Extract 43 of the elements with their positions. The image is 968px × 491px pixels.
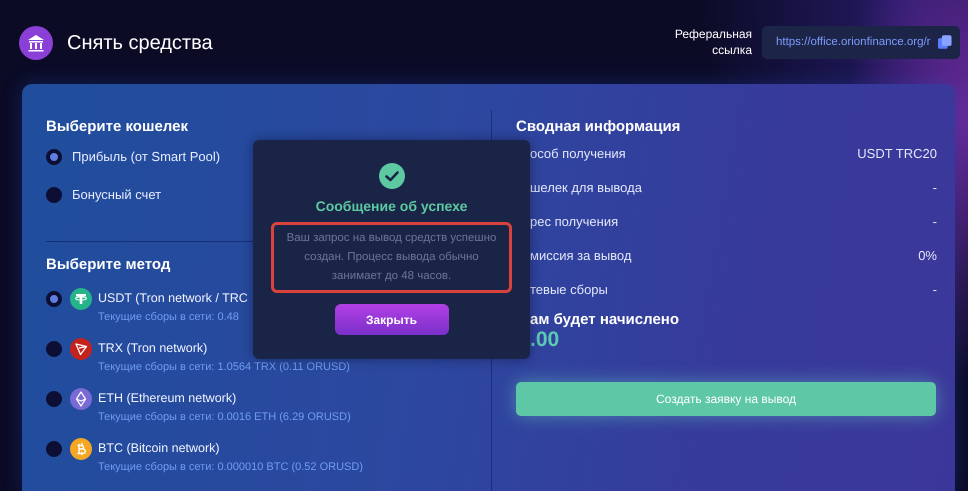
summary-label: особ получения [530, 145, 626, 163]
wallet-option[interactable]: Прибыль (от Smart Pool) [72, 147, 220, 167]
coin-icon [70, 388, 92, 410]
summary-value: USDT TRC20 [857, 145, 937, 163]
total-amount: .00 [529, 328, 560, 352]
dialog-title: Сообщение об успехе [316, 198, 468, 214]
close-button[interactable]: Закрыть [334, 304, 448, 335]
check-icon [378, 163, 404, 189]
network-fee: Текущие сборы в сети: 0.0016 ETH (6.29 ORUSD) [98, 410, 351, 425]
wallet-option[interactable]: Бонусный счет [72, 185, 162, 205]
summary-value: - [932, 179, 937, 197]
summary-value: 0% [918, 247, 937, 265]
method-name[interactable]: USDT (Tron network / TRC [98, 288, 248, 308]
section-title: Сводная информация [516, 117, 680, 137]
referral-label: Реферальная ссылка [674, 26, 752, 58]
network-fee: Текущие сборы в сети: 0.000010 BTC (0.52 ORUSD) [98, 460, 363, 475]
dialog-message: Ваш запрос на вывод средств успешно создан. Процесс вывода обычно занимает до 48 часов. [286, 231, 498, 284]
coin-icon [70, 288, 92, 310]
radio-button[interactable] [46, 291, 62, 307]
summary-label: тевые сборы [530, 281, 608, 299]
coin-icon [70, 338, 92, 360]
summary-label: шелек для вывода [530, 179, 642, 197]
network-fee: Текущие сборы в сети: 1.0564 TRX (0.11 ORUSD) [98, 360, 350, 375]
section-title: Выберите метод [46, 255, 170, 275]
summary-label: рес получения [530, 213, 618, 231]
radio-button[interactable] [46, 391, 62, 407]
network-fee: Текущие сборы в сети: 0.48 [98, 310, 240, 325]
page-title: Снять средства [67, 32, 213, 54]
bank-icon [19, 26, 53, 60]
radio-button[interactable] [46, 441, 62, 457]
summary-value: - [932, 281, 937, 299]
radio-button[interactable] [46, 149, 62, 165]
total-label: ам будет начислено [529, 311, 680, 328]
referral-link-field[interactable]: https://office.orionfinance.org/r [762, 26, 960, 58]
section-title: Выберите кошелек [46, 117, 188, 137]
summary-value: - [932, 213, 937, 231]
coin-icon [70, 438, 92, 460]
radio-button[interactable] [46, 341, 62, 357]
radio-button[interactable] [46, 187, 62, 203]
copy-icon[interactable] [936, 34, 952, 50]
summary-label: миссия за вывод [530, 247, 632, 265]
method-name[interactable]: ETH (Ethereum network) [98, 388, 351, 408]
method-name[interactable]: BTC (Bitcoin network) [98, 438, 363, 458]
